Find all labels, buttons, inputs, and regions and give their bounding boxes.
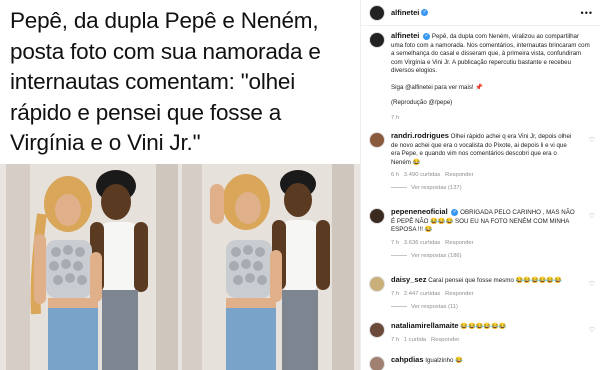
more-options-icon[interactable]: •••	[581, 8, 593, 18]
heart-icon[interactable]: ♡	[589, 212, 595, 220]
reply-button[interactable]: Responder	[445, 291, 473, 297]
author-username[interactable]: alfinetei	[391, 8, 419, 17]
caption-block: alfinetei ✓ Pepê, da dupla com Neném, vi…	[369, 31, 591, 122]
comment-username[interactable]: daisy_sez	[391, 275, 426, 284]
comment-time: 7 h	[391, 290, 400, 297]
comment-item: nataliamirellamaite 😂😂😂😂😂😂 7 h 1 curtida…	[369, 321, 595, 343]
comment-time: 6 h	[391, 172, 400, 179]
post-photo-1	[6, 164, 178, 370]
commenter-avatar[interactable]	[369, 276, 385, 292]
commenter-avatar[interactable]	[369, 356, 385, 370]
comment-username[interactable]: nataliamirellamaite	[391, 321, 459, 330]
comment-item: cahpdias Igualzinho 😂	[369, 355, 591, 370]
view-replies-button[interactable]: Ver respostas (137)	[391, 185, 591, 191]
comment-item: randri.rodrigues Olhei rápido achei q er…	[369, 131, 595, 191]
comments-panel: alfinetei ✓ ••• alfinetei ✓ Pepê, da dup…	[360, 0, 600, 370]
heart-icon[interactable]: ♡	[589, 280, 595, 288]
post-photos	[0, 164, 360, 370]
commenter-avatar[interactable]	[369, 322, 385, 338]
caption-username[interactable]: alfinetei	[391, 31, 419, 40]
caption-time: 7 h	[391, 115, 400, 122]
post-header: alfinetei ✓ •••	[361, 0, 600, 26]
verified-badge-icon: ✓	[421, 9, 429, 16]
comment-username[interactable]: randri.rodrigues	[391, 131, 449, 140]
verified-badge-icon: ✓	[451, 208, 459, 216]
heart-icon[interactable]: ♡	[589, 136, 595, 144]
caption-text: Pepê, da dupla com Neném, viralizou ao c…	[391, 33, 590, 75]
post-photo-2	[182, 164, 354, 370]
heart-icon[interactable]: ♡	[589, 326, 595, 334]
commenter-avatar[interactable]	[369, 132, 385, 148]
comment-time: 7 h	[391, 336, 400, 343]
reply-button[interactable]: Responder	[445, 240, 473, 246]
caption-credit: (Reprodução @/pepe)	[391, 98, 453, 106]
comment-text: 😂😂😂😂😂😂	[460, 323, 507, 330]
comment-likes[interactable]: 1 curtida	[404, 337, 426, 343]
comment-username[interactable]: cahpdias	[391, 355, 424, 364]
couple-photo-illustration	[6, 164, 178, 370]
commenter-avatar[interactable]	[369, 208, 385, 224]
author-avatar[interactable]	[369, 4, 385, 21]
comment-likes[interactable]: 3.490 curtidas	[404, 172, 440, 178]
comment-text: Igualzinho 😂	[425, 357, 463, 364]
comment-item: daisy_sez Caraí pensei que fosse mesmo 😂…	[369, 275, 595, 310]
view-replies-button[interactable]: Ver respostas (186)	[391, 253, 591, 259]
author-avatar[interactable]	[369, 32, 385, 48]
view-replies-button[interactable]: Ver respostas (11)	[391, 304, 591, 310]
caption-cta: Siga @alfinetei para ver mais! 📌	[391, 83, 484, 91]
comment-likes[interactable]: 3.636 curtidas	[404, 240, 440, 246]
comment-time: 7 h	[391, 239, 400, 246]
reply-button[interactable]: Responder	[431, 337, 459, 343]
reply-button[interactable]: Responder	[445, 172, 473, 178]
verified-badge-icon: ✓	[423, 32, 431, 40]
comment-likes[interactable]: 2.447 curtidas	[404, 291, 440, 297]
comment-item: pepeneneoficial ✓ OBRIGADA PELO CARINHO …	[369, 207, 595, 259]
couple-photo-illustration	[182, 164, 354, 370]
post-headline: Pepê, da dupla Pepê e Neném, posta foto …	[10, 8, 321, 155]
comment-text: Caraí pensei que fosse mesmo 😂😂😂😂😂😂	[428, 277, 562, 284]
comment-username[interactable]: pepeneneoficial	[391, 207, 448, 216]
post-media: Pepê, da dupla Pepê e Neném, posta foto …	[0, 0, 360, 370]
